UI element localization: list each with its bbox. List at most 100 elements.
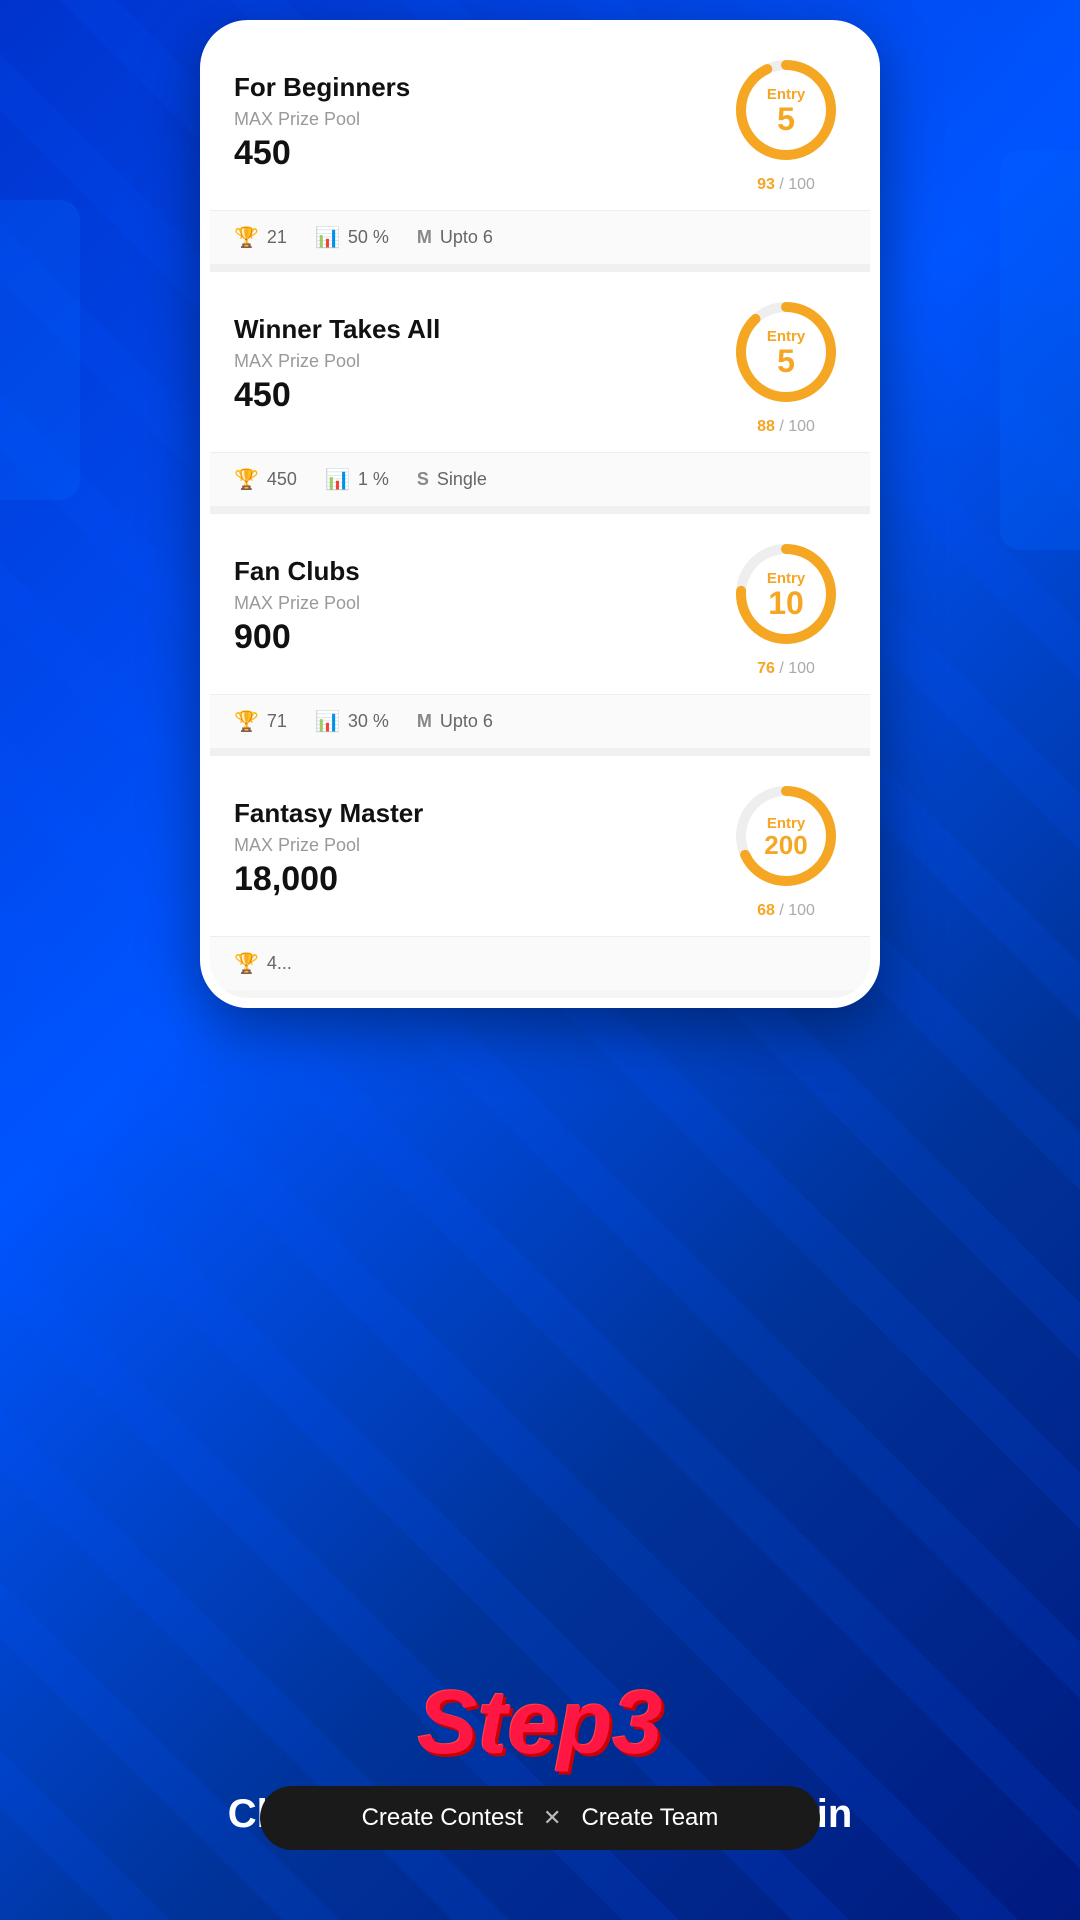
stat-item-0: 🏆 71: [234, 709, 287, 734]
card-prize: 900: [234, 618, 726, 657]
stat-item-0: 🏆 4...: [234, 951, 292, 976]
total-count: / 100: [779, 176, 815, 193]
entry-label: Entry: [767, 86, 805, 103]
deco-right: [1000, 150, 1080, 550]
card-title: Winner Takes All: [234, 314, 726, 345]
stat-value: 71: [267, 711, 287, 732]
entry-number: 5: [777, 103, 795, 135]
stat-value: 1 %: [358, 469, 389, 490]
card-label: MAX Prize Pool: [234, 835, 726, 856]
cards-container: For Beginners MAX Prize Pool 450 Entry 5: [210, 30, 870, 990]
stat-value: 50 %: [348, 227, 389, 248]
entry-count-row: 76 / 100: [757, 660, 815, 678]
stat-item-2: M Upto 6: [417, 711, 493, 732]
entry-number: 200: [764, 832, 807, 858]
card-prize: 450: [234, 134, 726, 173]
card-main: Winner Takes All MAX Prize Pool 450 Entr…: [210, 272, 870, 452]
stat-value: Single: [437, 469, 487, 490]
circle-wrapper: Entry 200 68 / 100: [726, 776, 846, 920]
card-main: Fantasy Master MAX Prize Pool 18,000 Ent…: [210, 756, 870, 936]
card-footer: 🏆 450 📊 1 % S Single: [210, 452, 870, 506]
phone-screen: For Beginners MAX Prize Pool 450 Entry 5: [210, 30, 870, 998]
m-icon: M: [417, 711, 432, 732]
entry-circle: Entry 5: [726, 292, 846, 412]
stat-value: Upto 6: [440, 711, 493, 732]
filled-count: 88: [757, 418, 775, 435]
contest-card-winner-takes-all[interactable]: Winner Takes All MAX Prize Pool 450 Entr…: [210, 272, 870, 506]
card-label: MAX Prize Pool: [234, 593, 726, 614]
filled-count: 93: [757, 176, 775, 193]
entry-label: Entry: [767, 328, 805, 345]
filled-count: 76: [757, 660, 775, 677]
action-bar: Create Contest ✕ Create Team: [260, 1786, 820, 1850]
card-footer: 🏆 4...: [210, 936, 870, 990]
s-icon: S: [417, 469, 429, 490]
card-info: For Beginners MAX Prize Pool 450: [234, 72, 726, 173]
entry-label: Entry: [767, 815, 805, 832]
card-prize: 450: [234, 376, 726, 415]
stat-item-1: 📊 1 %: [325, 467, 389, 492]
chart-icon: 📊: [315, 225, 340, 250]
card-info: Fantasy Master MAX Prize Pool 18,000: [234, 798, 726, 899]
trophy-icon: 🏆: [234, 467, 259, 492]
circle-text: Entry 200: [726, 776, 846, 896]
entry-circle: Entry 5: [726, 50, 846, 170]
action-bar-divider: ✕: [543, 1805, 561, 1831]
stat-value: Upto 6: [440, 227, 493, 248]
stat-item-1: 📊 30 %: [315, 709, 389, 734]
stat-item-0: 🏆 21: [234, 225, 287, 250]
stat-item-1: 📊 50 %: [315, 225, 389, 250]
card-footer: 🏆 71 📊 30 % M Upto 6: [210, 694, 870, 748]
circle-wrapper: Entry 10 76 / 100: [726, 534, 846, 678]
card-label: MAX Prize Pool: [234, 351, 726, 372]
circle-wrapper: Entry 5 93 / 100: [726, 50, 846, 194]
deco-left: [0, 200, 80, 500]
total-count: / 100: [779, 418, 815, 435]
card-main: For Beginners MAX Prize Pool 450 Entry 5: [210, 30, 870, 210]
card-main: Fan Clubs MAX Prize Pool 900 Entry 10: [210, 514, 870, 694]
entry-circle: Entry 200: [726, 776, 846, 896]
total-count: / 100: [779, 902, 815, 919]
trophy-icon: 🏆: [234, 225, 259, 250]
card-title: Fan Clubs: [234, 556, 726, 587]
create-team-button[interactable]: Create Team: [581, 1804, 718, 1832]
create-contest-button[interactable]: Create Contest: [362, 1804, 523, 1832]
stat-item-2: M Upto 6: [417, 227, 493, 248]
stat-value: 4...: [267, 953, 292, 974]
card-prize: 18,000: [234, 860, 726, 899]
contest-card-for-beginners[interactable]: For Beginners MAX Prize Pool 450 Entry 5: [210, 30, 870, 264]
stat-value: 21: [267, 227, 287, 248]
entry-circle: Entry 10: [726, 534, 846, 654]
trophy-icon: 🏆: [234, 951, 259, 976]
trophy-icon: 🏆: [234, 709, 259, 734]
entry-count-row: 88 / 100: [757, 418, 815, 436]
entry-number: 10: [768, 587, 804, 619]
stat-value: 450: [267, 469, 297, 490]
phone-frame: For Beginners MAX Prize Pool 450 Entry 5: [200, 20, 880, 1008]
chart-icon: 📊: [325, 467, 350, 492]
stat-item-0: 🏆 450: [234, 467, 297, 492]
stat-value: 30 %: [348, 711, 389, 732]
card-info: Fan Clubs MAX Prize Pool 900: [234, 556, 726, 657]
chart-icon: 📊: [315, 709, 340, 734]
card-footer: 🏆 21 📊 50 % M Upto 6: [210, 210, 870, 264]
contest-card-fan-clubs[interactable]: Fan Clubs MAX Prize Pool 900 Entry 10: [210, 514, 870, 748]
entry-number: 5: [777, 345, 795, 377]
contest-card-fantasy-master[interactable]: Fantasy Master MAX Prize Pool 18,000 Ent…: [210, 756, 870, 990]
filled-count: 68: [757, 902, 775, 919]
card-title: Fantasy Master: [234, 798, 726, 829]
card-info: Winner Takes All MAX Prize Pool 450: [234, 314, 726, 415]
entry-count-row: 68 / 100: [757, 902, 815, 920]
circle-wrapper: Entry 5 88 / 100: [726, 292, 846, 436]
entry-count-row: 93 / 100: [757, 176, 815, 194]
total-count: / 100: [779, 660, 815, 677]
card-label: MAX Prize Pool: [234, 109, 726, 130]
stat-item-2: S Single: [417, 469, 487, 490]
entry-label: Entry: [767, 570, 805, 587]
circle-text: Entry 5: [726, 292, 846, 412]
step-title: Step3: [417, 1678, 662, 1768]
card-title: For Beginners: [234, 72, 726, 103]
m-icon: M: [417, 227, 432, 248]
circle-text: Entry 10: [726, 534, 846, 654]
circle-text: Entry 5: [726, 50, 846, 170]
